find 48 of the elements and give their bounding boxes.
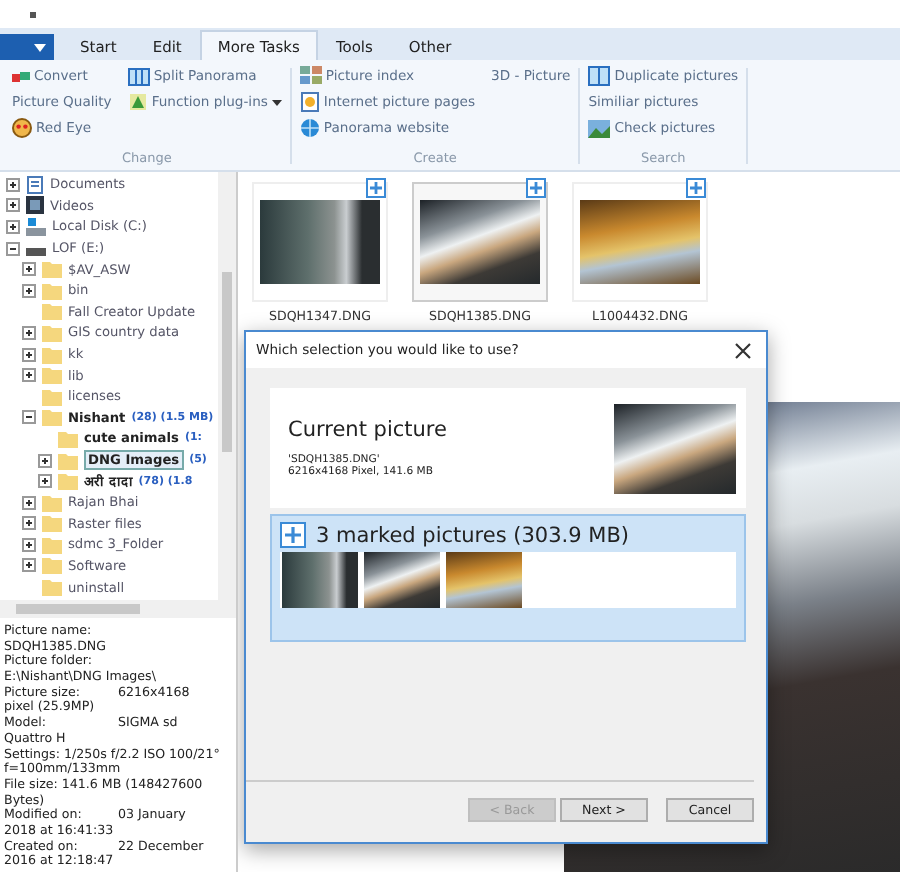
globe-icon [299, 118, 320, 138]
document-icon [26, 175, 44, 194]
photo-placeholder [364, 552, 440, 608]
scrollbar[interactable] [218, 172, 236, 600]
expand-toggle[interactable] [38, 453, 52, 468]
expand-toggle[interactable] [22, 537, 36, 552]
photo-placeholder [260, 200, 380, 284]
option-title: Current picture [288, 418, 447, 442]
file-menu-button[interactable] [0, 34, 54, 60]
grid-icon [127, 67, 150, 85]
photo-placeholder [420, 200, 540, 284]
option-card[interactable]: 3 marked pictures (303.9 MB) [270, 514, 746, 642]
app-icon [30, 11, 36, 17]
plugin-icon [127, 92, 148, 112]
expand-toggle[interactable] [22, 262, 36, 277]
expand-toggle[interactable] [6, 177, 20, 192]
photo-placeholder [282, 552, 358, 608]
face-icon [12, 118, 32, 138]
disk-icon [26, 217, 46, 236]
plus-icon[interactable] [526, 178, 546, 198]
plus-icon[interactable] [366, 178, 386, 198]
expand-toggle[interactable] [6, 219, 20, 234]
expand-toggle[interactable] [38, 474, 52, 489]
expand-toggle[interactable] [22, 516, 36, 531]
expand-toggle[interactable] [6, 198, 20, 213]
expand-toggle[interactable] [22, 283, 36, 298]
expand-toggle[interactable] [22, 410, 36, 425]
expand-toggle[interactable] [22, 368, 36, 383]
option-title: 3 marked pictures (303.9 MB) [316, 523, 630, 547]
expand-toggle[interactable] [22, 558, 36, 573]
expand-toggle[interactable] [22, 495, 36, 510]
image-grid-icon [299, 66, 322, 86]
film-icon [26, 196, 44, 215]
photo-placeholder [446, 552, 522, 608]
convert-icon [12, 69, 30, 83]
duplicate-icon [588, 66, 611, 86]
plus-icon[interactable] [686, 178, 706, 198]
expand-toggle[interactable] [22, 325, 36, 340]
plus-icon [280, 522, 306, 548]
close-icon[interactable] [734, 341, 752, 359]
document-icon [299, 92, 320, 112]
thumbnail[interactable] [412, 182, 548, 302]
scrollbar[interactable] [0, 600, 236, 618]
caret-icon [34, 43, 46, 51]
expand-toggle[interactable] [6, 241, 20, 256]
expand-toggle[interactable] [22, 347, 36, 362]
landscape-icon [588, 119, 611, 137]
photo-placeholder [580, 200, 700, 284]
